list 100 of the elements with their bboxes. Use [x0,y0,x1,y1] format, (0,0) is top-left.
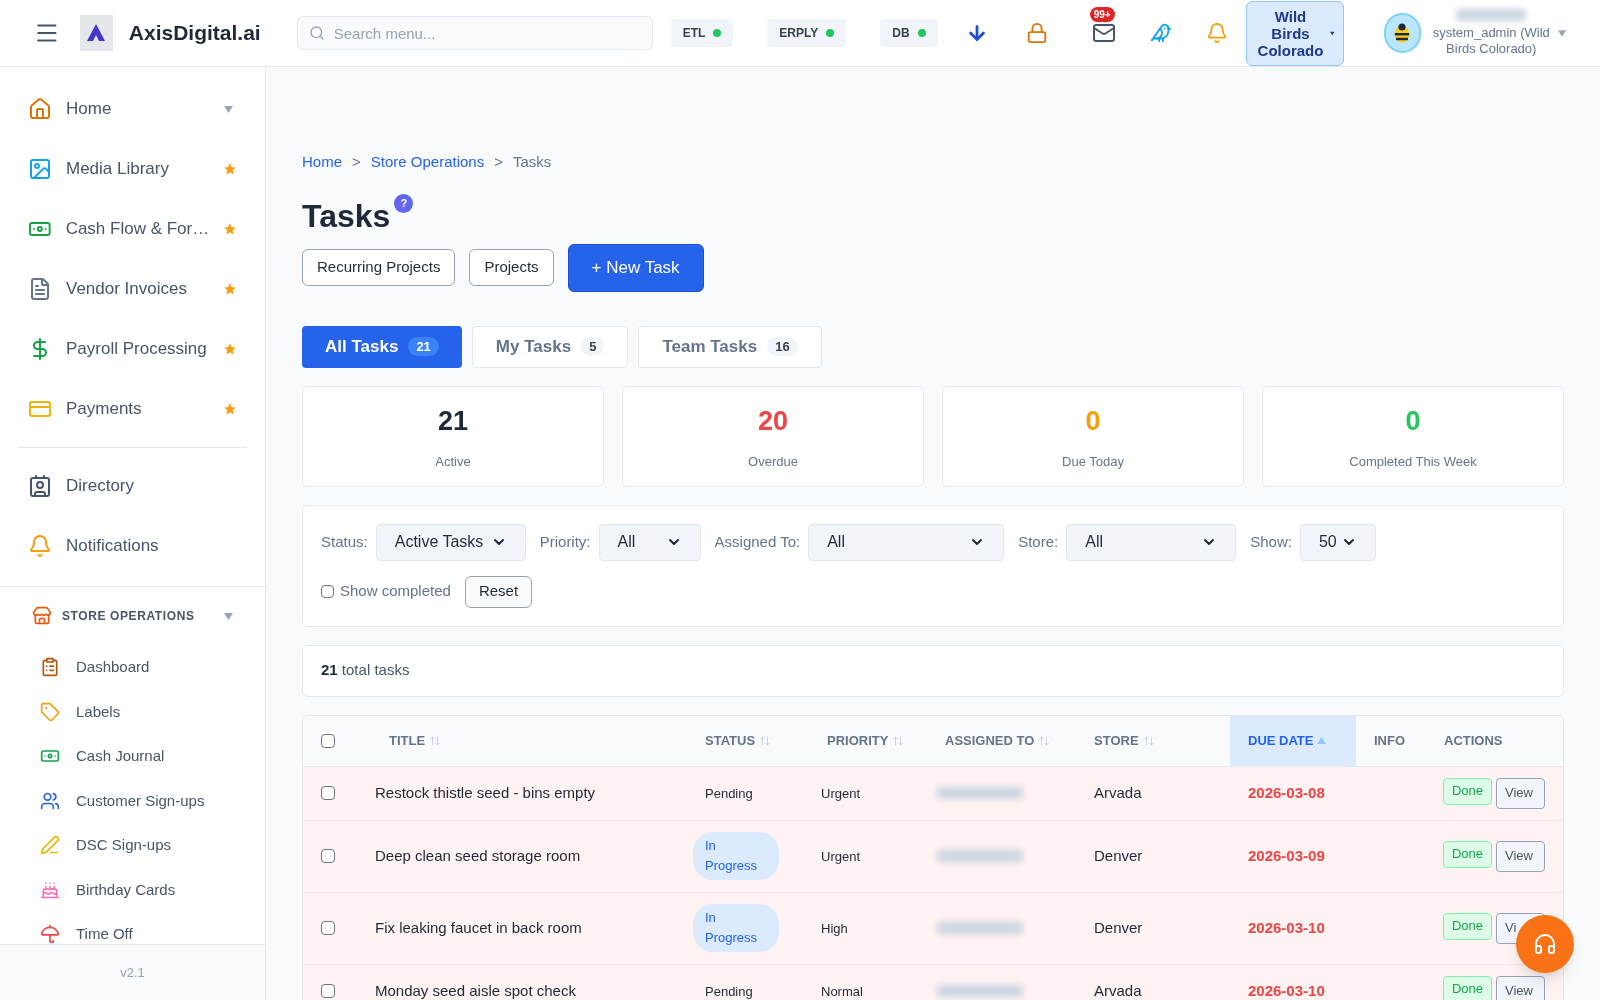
column-header[interactable]: PRIORITY [809,715,927,766]
filter-select[interactable]: All [808,523,1005,561]
task-tab[interactable]: Team Tasks 16 [638,325,822,368]
star-icon [223,162,237,176]
star-icon [223,282,237,296]
priority-label: Urgent [821,849,861,864]
sidebar-item[interactable]: Notifications [0,516,265,576]
show-completed-checkbox[interactable]: Show completed [321,580,451,603]
breadcrumb-link[interactable]: Home [302,151,342,174]
status-badge: In Progress [693,832,779,880]
caret-icon [224,105,233,113]
store-icon [32,606,52,626]
logo-icon [79,15,113,51]
reset-button[interactable]: Reset [464,575,533,608]
breadcrumb-separator: > [494,152,503,172]
checkbox[interactable] [321,786,335,800]
sidebar-item[interactable]: Cash Flow & For… [0,199,265,259]
house-icon [28,97,52,121]
filter-select[interactable]: 50 [1299,523,1376,561]
sidebar-subitem[interactable]: Time Off [0,912,265,944]
tab-count: 16 [767,336,798,357]
checkbox[interactable] [321,585,334,598]
filter-select[interactable]: Active Tasks [375,523,526,561]
action-button[interactable]: Recurring Projects [302,249,456,286]
blurred-name [1456,9,1527,21]
due-date: 2026-03-08 [1248,784,1325,801]
column-header[interactable]: STORE [1076,715,1230,766]
task-row[interactable]: Monday seed aisle spot check Pending Normal Arvada 2026-03-10 Done View [303,964,1563,1000]
task-row[interactable]: Fix leaking faucet in back room In Progress High Denver 2026-03-10 Done Vi [303,892,1563,965]
tab-count: 21 [408,336,439,357]
sort-up-icon [1317,737,1327,744]
stat-label: Active [435,452,471,471]
task-tab[interactable]: All Tasks 21 [302,325,462,368]
task-row[interactable]: Restock thistle seed - bins empty Pending Urgent Arvada 2026-03-08 Done View [303,766,1563,821]
sidebar-subitem[interactable]: DSC Sign-ups [0,823,265,868]
task-title: Deep clean seed storage room [375,847,581,864]
search-icon [308,25,325,41]
column-header[interactable]: TITLE [371,715,687,766]
view-button[interactable]: View [1496,975,1545,1000]
action-button[interactable]: Projects [469,249,554,286]
service-status: DB [880,19,938,47]
sidebar-subitem[interactable]: Cash Journal [0,734,265,779]
stat-label: Completed This Week [1349,452,1477,471]
sidebar-item[interactable]: Payroll Processing [0,319,265,379]
avatar-icon[interactable] [1383,13,1421,53]
column-header[interactable]: ASSIGNED TO [927,715,1076,766]
due-date: 2026-03-10 [1248,919,1325,936]
sidebar-item[interactable]: Payments [0,379,265,439]
checkbox[interactable] [321,984,335,998]
checkbox[interactable] [321,849,335,863]
help-badge[interactable]: ? [394,193,414,213]
store-name: Denver [1094,919,1143,936]
filter-label: Show: [1250,531,1292,552]
lock-icon[interactable] [1025,21,1048,45]
column-header[interactable]: STATUS [687,715,809,766]
sidebar-item[interactable]: Home [0,79,265,139]
checkbox[interactable] [321,921,335,935]
mail-badge: 99+ [1089,7,1115,22]
column-header: ACTIONS [1443,731,1504,750]
sidebar-item[interactable]: Vendor Invoices [0,259,265,319]
service-status: ETL [670,19,734,47]
view-button[interactable]: View [1496,777,1545,809]
mail-icon[interactable] [1091,21,1116,45]
filter-select[interactable]: All [1066,523,1237,561]
star-icon [223,402,237,416]
filter-label: Assigned To: [714,531,801,552]
search-field[interactable]: Search menu... [296,16,653,50]
sidebar-item[interactable]: Directory [0,456,265,516]
status-label: Pending [704,786,754,801]
sidebar-item[interactable]: Media Library [0,139,265,199]
column-header[interactable]: DUE DATE [1230,715,1356,766]
picture-frame-icon [28,157,52,181]
store-selector[interactable]: Wild Birds Colorado [1245,0,1344,66]
task-title: Restock thistle seed - bins empty [375,784,596,801]
store-name: Arvada [1094,784,1142,801]
sidebar-subitem[interactable]: Labels [0,689,265,734]
view-button[interactable]: View [1496,840,1545,872]
filter-label: Status: [321,531,368,552]
task-tab[interactable]: My Tasks 5 [471,325,629,368]
task-row[interactable]: Deep clean seed storage room In Progress Urgent Denver 2026-03-09 Done View [303,820,1563,893]
sidebar-subitem[interactable]: Birthday Cards [0,867,265,912]
checkbox[interactable] [321,733,335,748]
sidebar-subitem[interactable]: Customer Sign-ups [0,778,265,823]
card-file-icon [28,474,52,498]
bird-icon[interactable] [1149,21,1172,45]
caret-icon [1330,29,1335,37]
breadcrumb-link[interactable]: Store Operations [370,151,485,174]
filter-select[interactable]: All [598,523,701,561]
service-status: ERPLY [767,19,847,47]
sidebar-subitem[interactable]: Dashboard [0,645,265,690]
task-title: Fix leaking faucet in back room [375,919,582,936]
tag-icon [40,701,60,722]
total-count: 21 total tasks [321,660,410,681]
user-role: system_admin (Wild Birds Colorado) [1431,25,1551,57]
action-button[interactable]: + New Task [567,243,704,292]
clipboard-icon [40,657,60,678]
caret-icon [1557,29,1566,37]
section-header[interactable]: STORE OPERATIONS [0,587,265,645]
column-header: INFO [1373,731,1407,750]
sort-icon [1142,734,1155,747]
